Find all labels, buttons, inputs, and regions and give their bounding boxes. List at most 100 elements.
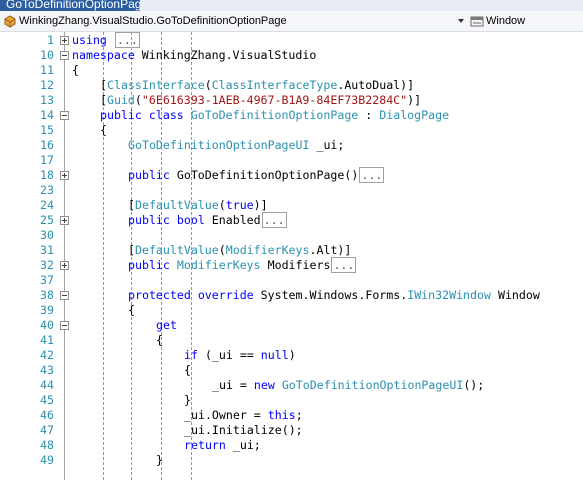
expand-outline-icon[interactable] — [60, 216, 69, 225]
collapsed-region-button[interactable] — [359, 167, 385, 183]
document-tab[interactable]: GoToDefinitionOptionPage.cs — [0, 0, 140, 11]
code-line[interactable]: 44 _ui = new GoToDefinitionOptionPageUI()… — [0, 378, 583, 393]
code-text: public bool Enabled — [128, 212, 287, 228]
type-token: ModifierKeys — [176, 258, 261, 272]
code-text: return _ui; — [184, 438, 261, 453]
line-number: 37 — [40, 273, 54, 287]
text-token: [ — [128, 198, 135, 212]
code-line[interactable]: 30 — [0, 228, 583, 243]
line-number: 10 — [40, 48, 54, 62]
line-number: 17 — [40, 153, 54, 167]
code-line[interactable]: 32 public ModifierKeys Modifiers — [0, 257, 583, 273]
line-number: 44 — [40, 378, 54, 392]
code-line[interactable]: 46 _ui.Owner = this; — [0, 408, 583, 423]
text-token: [ — [128, 243, 135, 257]
code-line[interactable]: 17 — [0, 153, 583, 168]
code-text: if (_ui == null) — [184, 348, 296, 363]
text-token: { — [128, 303, 135, 317]
text-token: ( — [204, 78, 212, 92]
code-line[interactable]: 37 — [0, 273, 583, 288]
code-text: { — [156, 333, 163, 348]
expand-outline-icon[interactable] — [60, 171, 69, 180]
keyword-token: true — [225, 198, 254, 212]
code-line[interactable]: 45} — [0, 393, 583, 408]
keyword-token: public — [100, 108, 142, 122]
code-line[interactable]: 47 _ui.Initialize(); — [0, 423, 583, 438]
type-token: DefaultValue — [134, 198, 219, 212]
line-number: 16 — [40, 138, 54, 152]
code-line[interactable]: 40 get — [0, 318, 583, 333]
code-line[interactable]: 42 if (_ui == null) — [0, 348, 583, 363]
text-token: System.Windows.Forms. — [253, 288, 408, 302]
line-number: 38 — [40, 288, 54, 302]
collapsed-region-button[interactable] — [331, 257, 357, 273]
text-token: WinkingZhang.VisualStudio — [134, 48, 317, 62]
line-number: 41 — [40, 333, 54, 347]
code-line[interactable]: 48 return _ui; — [0, 438, 583, 453]
code-editor[interactable]: 1 using 10 namespace WinkingZhang.VisualSt… — [0, 32, 583, 480]
keyword-token: new — [253, 378, 275, 392]
line-number: 12 — [40, 78, 54, 92]
collapsed-region-button[interactable] — [114, 32, 140, 48]
code-text: public ModifierKeys Modifiers — [128, 257, 357, 273]
code-text: GoToDefinitionOptionPageUI _ui; — [128, 138, 344, 153]
code-line[interactable]: 1 using — [0, 32, 583, 48]
collapse-outline-icon[interactable] — [60, 111, 69, 120]
collapse-outline-icon[interactable] — [60, 291, 69, 300]
code-text: _ui = new GoToDefinitionOptionPageUI(); — [212, 378, 484, 393]
text-token: { — [72, 63, 79, 77]
text-token: { — [156, 333, 163, 347]
text-token: ) — [288, 348, 296, 362]
line-number: 46 — [40, 408, 54, 422]
collapse-outline-icon[interactable] — [60, 51, 69, 60]
code-line[interactable]: 38 protected override System.Windows.Form… — [0, 288, 583, 303]
expand-outline-icon[interactable] — [60, 36, 69, 45]
text-token: ; — [295, 408, 303, 422]
code-line[interactable]: 43 { — [0, 363, 583, 378]
code-line[interactable]: 12 [ClassInterface(ClassInterfaceType.Aut… — [0, 78, 583, 93]
code-line[interactable]: 25 public bool Enabled — [0, 212, 583, 228]
text-token: [ — [100, 93, 107, 107]
collapsed-region-button[interactable] — [261, 212, 287, 228]
code-line[interactable]: 24 [DefaultValue(true)] — [0, 198, 583, 213]
text-token: Enabled — [204, 213, 261, 227]
line-number: 11 — [40, 63, 54, 77]
type-selector-dropdown[interactable]: WinkingZhang.VisualStudio.GoToDefinition… — [3, 13, 468, 29]
code-text: } — [184, 393, 191, 408]
keyword-token: bool — [176, 213, 205, 227]
code-line[interactable]: 18 public GoToDefinitionOptionPage() — [0, 167, 583, 183]
member-selector-label: Window — [486, 15, 526, 27]
member-selector-dropdown[interactable]: Window — [470, 13, 583, 29]
code-line[interactable]: 13 [Guid("6E616393-1AEB-4967-B1A9-84EF73B… — [0, 93, 583, 108]
text-token: Window — [490, 288, 540, 302]
line-number: 42 — [40, 348, 54, 362]
code-line[interactable]: 14 public class GoToDefinitionOptionPage … — [0, 108, 583, 123]
code-text: { — [100, 123, 107, 138]
code-line[interactable]: 23 — [0, 183, 583, 198]
line-number: 14 — [40, 108, 54, 122]
code-text: _ui.Owner = this; — [184, 408, 303, 423]
keyword-token: override — [197, 288, 254, 302]
code-line[interactable]: 15 { — [0, 123, 583, 138]
keyword-token: namespace — [72, 48, 135, 62]
code-line[interactable]: 31 [DefaultValue(ModifierKeys.Alt)] — [0, 243, 583, 258]
code-line[interactable]: 39 { — [0, 303, 583, 318]
type-token: Guid — [106, 93, 135, 107]
code-line[interactable]: 16 GoToDefinitionOptionPageUI _ui; — [0, 138, 583, 153]
text-token: GoToDefinitionOptionPage() — [169, 168, 359, 182]
type-token: GoToDefinitionOptionPageUI — [281, 378, 464, 392]
text-token: (_ui == — [197, 348, 261, 362]
keyword-token: if — [184, 348, 198, 362]
code-line[interactable]: 11 { — [0, 63, 583, 78]
collapse-outline-icon[interactable] — [60, 321, 69, 330]
type-token: DefaultValue — [134, 243, 219, 257]
line-number: 48 — [40, 438, 54, 452]
code-line[interactable]: 41 { — [0, 333, 583, 348]
text-token: _ui.Owner = — [184, 408, 268, 422]
expand-outline-icon[interactable] — [60, 261, 69, 270]
text-token: ( — [218, 198, 226, 212]
code-line[interactable]: 10 namespace WinkingZhang.VisualStudio — [0, 48, 583, 63]
property-icon — [470, 16, 484, 27]
code-line[interactable]: 49} — [0, 453, 583, 468]
